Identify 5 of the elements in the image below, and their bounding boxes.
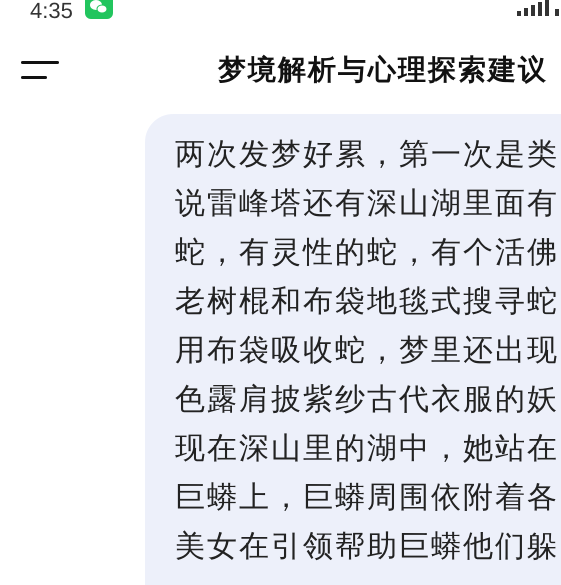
page-title: 梦境解析与心理探索建议 (218, 53, 548, 87)
message-text: 两次发梦好累，第一次是类说雷峰塔还有深山湖里面有蛇，有灵性的蛇，有个活佛老树棍和布袋地毯式搜寻蛇用布袋吸收蛇，梦里还出现色露肩披紫纱古代衣服的妖现在深山里的湖中，她站在巨蟒上，巨蟒周围依附着各美女在引领帮助巨蟒他们躲 (175, 137, 560, 565)
menu-icon[interactable] (21, 58, 61, 82)
status-time: 4:35 (30, 0, 73, 22)
signal-icon (515, 0, 561, 17)
